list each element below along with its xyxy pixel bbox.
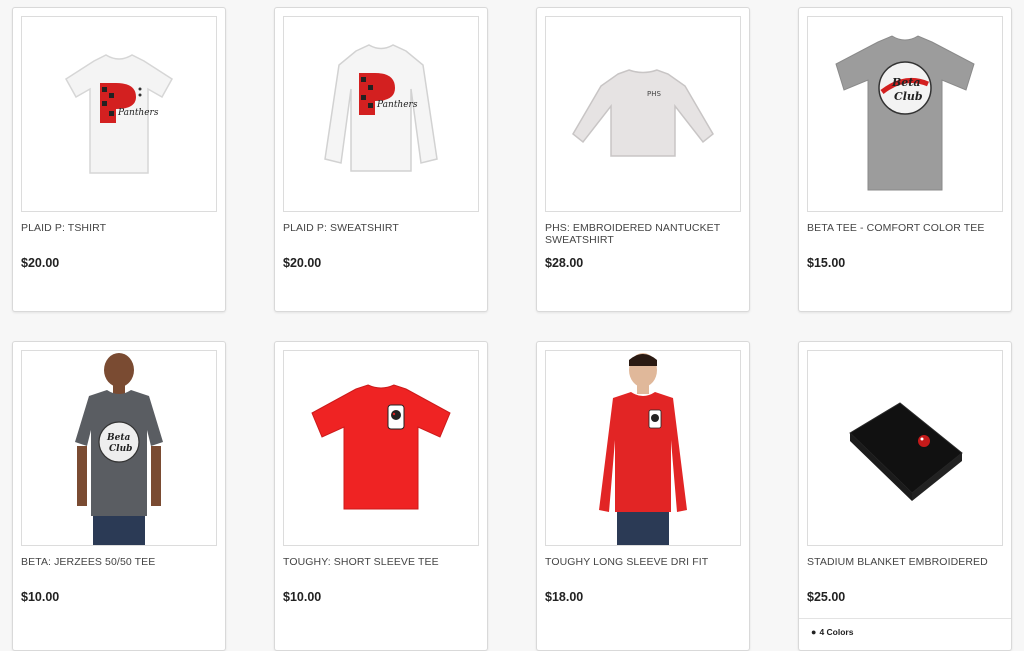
product-card[interactable]: Beta Club BETA: JERZEES 50/50 TEE $10.00 (12, 341, 226, 651)
product-image[interactable] (283, 350, 479, 546)
product-title[interactable]: STADIUM BLANKET EMBROIDERED (807, 556, 1003, 568)
product-title[interactable]: PHS: EMBROIDERED NANTUCKET SWEATSHIRT (545, 222, 741, 246)
product-price: $28.00 (545, 256, 584, 270)
product-image[interactable]: Panthers (21, 16, 217, 212)
product-price: $20.00 (21, 256, 60, 270)
product-image[interactable]: Beta Club (21, 350, 217, 546)
product-card[interactable]: Panthers PLAID P: TSHIRT $20.00 (12, 7, 226, 312)
svg-text:Club: Club (894, 90, 923, 103)
droplet-icon: ● (811, 627, 817, 637)
product-price: $25.00 (807, 590, 846, 604)
product-price: $18.00 (545, 590, 584, 604)
sweatshirt-image: Panthers (324, 44, 438, 172)
product-card[interactable]: TOUGHY: SHORT SLEEVE TEE $10.00 (274, 341, 488, 651)
svg-text:PHS: PHS (647, 90, 661, 98)
product-title[interactable]: BETA TEE - COMFORT COLOR TEE (807, 222, 1003, 234)
product-image[interactable]: Panthers (283, 16, 479, 212)
tshirt-image: Beta Club (835, 35, 975, 191)
sweatshirt-image: PHS (572, 69, 714, 157)
product-price: $10.00 (283, 590, 322, 604)
product-image[interactable]: PHS (545, 16, 741, 212)
svg-text:Club: Club (109, 444, 132, 454)
svg-text:Panthers: Panthers (376, 100, 418, 110)
tshirt-image: Panthers (65, 54, 173, 174)
product-title[interactable]: TOUGHY LONG SLEEVE DRI FIT (545, 556, 741, 568)
product-image[interactable]: Beta Club (807, 16, 1003, 212)
svg-text:Beta: Beta (891, 76, 921, 89)
product-price: $20.00 (283, 256, 322, 270)
colors-label: 4 Colors (819, 627, 854, 637)
blanket-image (849, 402, 963, 501)
svg-text:Beta: Beta (106, 433, 130, 443)
tshirt-image (311, 384, 451, 510)
model-tee-image: Beta Club (75, 353, 163, 545)
product-title[interactable]: PLAID P: TSHIRT (21, 222, 217, 234)
product-card[interactable]: TOUGHY LONG SLEEVE DRI FIT $18.00 (536, 341, 750, 651)
product-card[interactable]: PHS PHS: EMBROIDERED NANTUCKET SWEATSHIR… (536, 7, 750, 312)
color-options[interactable]: ● 4 Colors (799, 618, 1011, 637)
product-card[interactable]: Panthers PLAID P: SWEATSHIRT $20.00 (274, 7, 488, 312)
product-image[interactable] (545, 350, 741, 546)
product-price: $15.00 (807, 256, 846, 270)
product-price: $10.00 (21, 590, 60, 604)
product-card[interactable]: STADIUM BLANKET EMBROIDERED $25.00 ● 4 Co… (798, 341, 1012, 651)
product-card[interactable]: Beta Club BETA TEE - COMFORT COLOR TEE $… (798, 7, 1012, 312)
svg-text:Panthers: Panthers (117, 108, 159, 118)
model-longsleeve-image (599, 353, 687, 545)
product-image[interactable] (807, 350, 1003, 546)
product-title[interactable]: TOUGHY: SHORT SLEEVE TEE (283, 556, 479, 568)
product-title[interactable]: BETA: JERZEES 50/50 TEE (21, 556, 217, 568)
product-title[interactable]: PLAID P: SWEATSHIRT (283, 222, 479, 234)
